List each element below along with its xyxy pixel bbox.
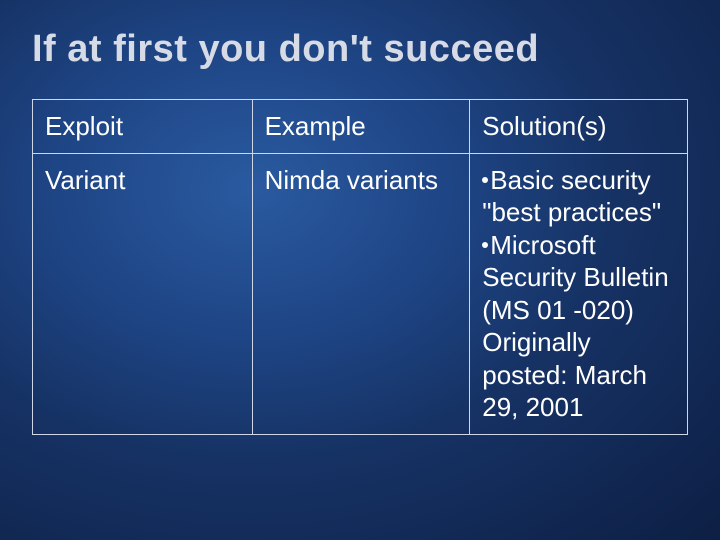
slide: If at first you don't succeed Exploit Ex… (0, 0, 720, 540)
slide-title: If at first you don't succeed (32, 28, 688, 71)
cell-example: Nimda variants (252, 153, 470, 434)
solution-item-1: Basic security "best practices" (482, 165, 661, 228)
table-row: Variant Nimda variants Basic security "b… (33, 153, 688, 434)
bullet-icon (482, 177, 488, 183)
cell-solution: Basic security "best practices" Microsof… (470, 153, 688, 434)
header-exploit: Exploit (33, 100, 253, 154)
cell-exploit: Variant (33, 153, 253, 434)
table-header-row: Exploit Example Solution(s) (33, 100, 688, 154)
solution-item-2: Microsoft Security Bulletin (MS 01 -020)… (482, 230, 668, 423)
content-table: Exploit Example Solution(s) Variant Nimd… (32, 99, 688, 435)
header-solution: Solution(s) (470, 100, 688, 154)
header-example: Example (252, 100, 470, 154)
bullet-icon (482, 242, 488, 248)
